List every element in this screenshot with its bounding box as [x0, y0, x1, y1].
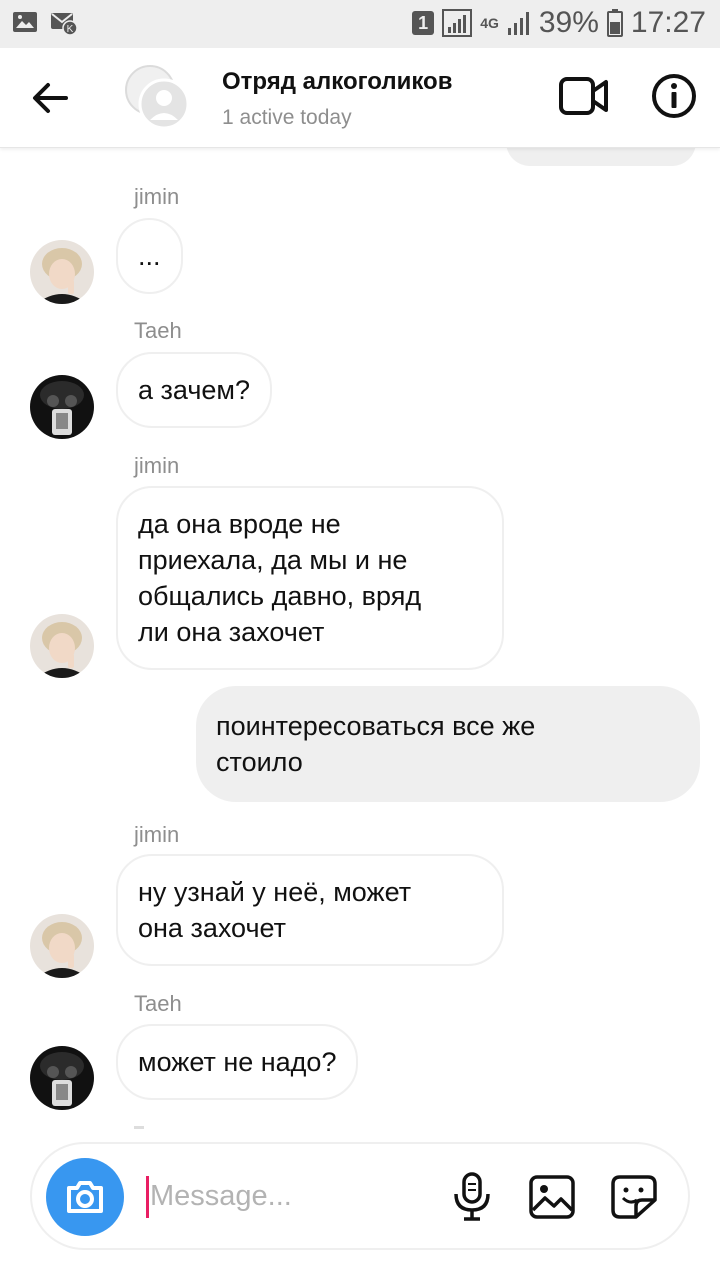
avatar-taeh[interactable]	[30, 375, 94, 439]
gallery-button[interactable]	[528, 1174, 576, 1220]
battery-percent: 39%	[538, 6, 599, 39]
chat-header: Отряд алкоголиков 1 active today	[0, 48, 720, 148]
video-call-button[interactable]	[558, 74, 610, 118]
avatar-taeh[interactable]	[30, 1046, 94, 1110]
incoming-message-bubble[interactable]: ну узнай у неё, может она захочет	[116, 854, 504, 966]
battery-icon	[606, 9, 623, 37]
sim-slot-badge: 1	[412, 11, 435, 35]
video-camera-icon	[559, 77, 608, 115]
outgoing-message-bubble-partial	[506, 148, 696, 166]
voice-message-button[interactable]	[450, 1172, 494, 1222]
message-line: приехала, да мы и не	[138, 545, 408, 575]
avatar-jimin[interactable]	[30, 614, 94, 678]
cellular-signal-icon	[507, 10, 531, 36]
svg-text:K: K	[67, 24, 74, 35]
sender-name-partial	[134, 1126, 144, 1129]
incoming-message-bubble[interactable]: ...	[116, 218, 183, 294]
message-line: общались давно, вряд	[138, 581, 422, 611]
message-line: стоило	[216, 747, 303, 777]
sender-name: jimin	[134, 184, 180, 209]
text-cursor	[146, 1176, 149, 1218]
arrow-left-icon	[33, 83, 68, 113]
message-line: поинтересоваться все же	[216, 711, 536, 741]
avatar-jimin[interactable]	[30, 914, 94, 978]
message-composer	[30, 1142, 690, 1250]
camera-icon	[67, 1181, 103, 1213]
sticker-icon	[611, 1175, 657, 1219]
microphone-icon	[454, 1172, 490, 1221]
info-button[interactable]	[650, 72, 698, 120]
clock: 17:27	[630, 6, 706, 39]
signal-strength-icon	[442, 9, 473, 37]
chat-title[interactable]: Отряд алкоголиков	[222, 68, 452, 96]
outgoing-message-bubble[interactable]: поинтересоваться все же стоило	[196, 686, 700, 802]
sender-name: Taeh	[134, 318, 182, 343]
sender-name: jimin	[134, 453, 180, 478]
message-line: ну узнай у неё, может	[138, 877, 412, 907]
message-line: она захочет	[138, 913, 287, 943]
avatar-jimin[interactable]	[30, 240, 94, 304]
status-bar: K 1 4G 39% 17:27	[0, 0, 720, 48]
activity-status: 1 active today	[222, 106, 352, 129]
back-button[interactable]	[28, 76, 72, 120]
message-input[interactable]	[150, 1172, 450, 1220]
message-list[interactable]: jimin ... Taeh а зачем? jimin да она вро…	[0, 148, 720, 1140]
incoming-message-bubble[interactable]: может не надо?	[116, 1024, 359, 1100]
message-line: да она вроде не	[138, 509, 341, 539]
incoming-message-bubble[interactable]: а зачем?	[116, 352, 272, 428]
gallery-notification-icon	[12, 10, 38, 36]
missed-mail-notification-icon: K	[50, 10, 78, 36]
camera-button[interactable]	[46, 1158, 124, 1236]
sticker-button[interactable]	[610, 1174, 658, 1220]
image-icon	[529, 1175, 575, 1219]
group-avatar[interactable]	[124, 64, 190, 130]
message-line: ли она захочет	[138, 617, 325, 647]
sender-name: jimin	[134, 822, 180, 847]
info-icon	[652, 74, 696, 118]
sender-name: Taeh	[134, 991, 182, 1016]
network-type-label: 4G	[480, 15, 499, 31]
incoming-message-bubble[interactable]: да она вроде не приехала, да мы и не общ…	[116, 486, 504, 670]
